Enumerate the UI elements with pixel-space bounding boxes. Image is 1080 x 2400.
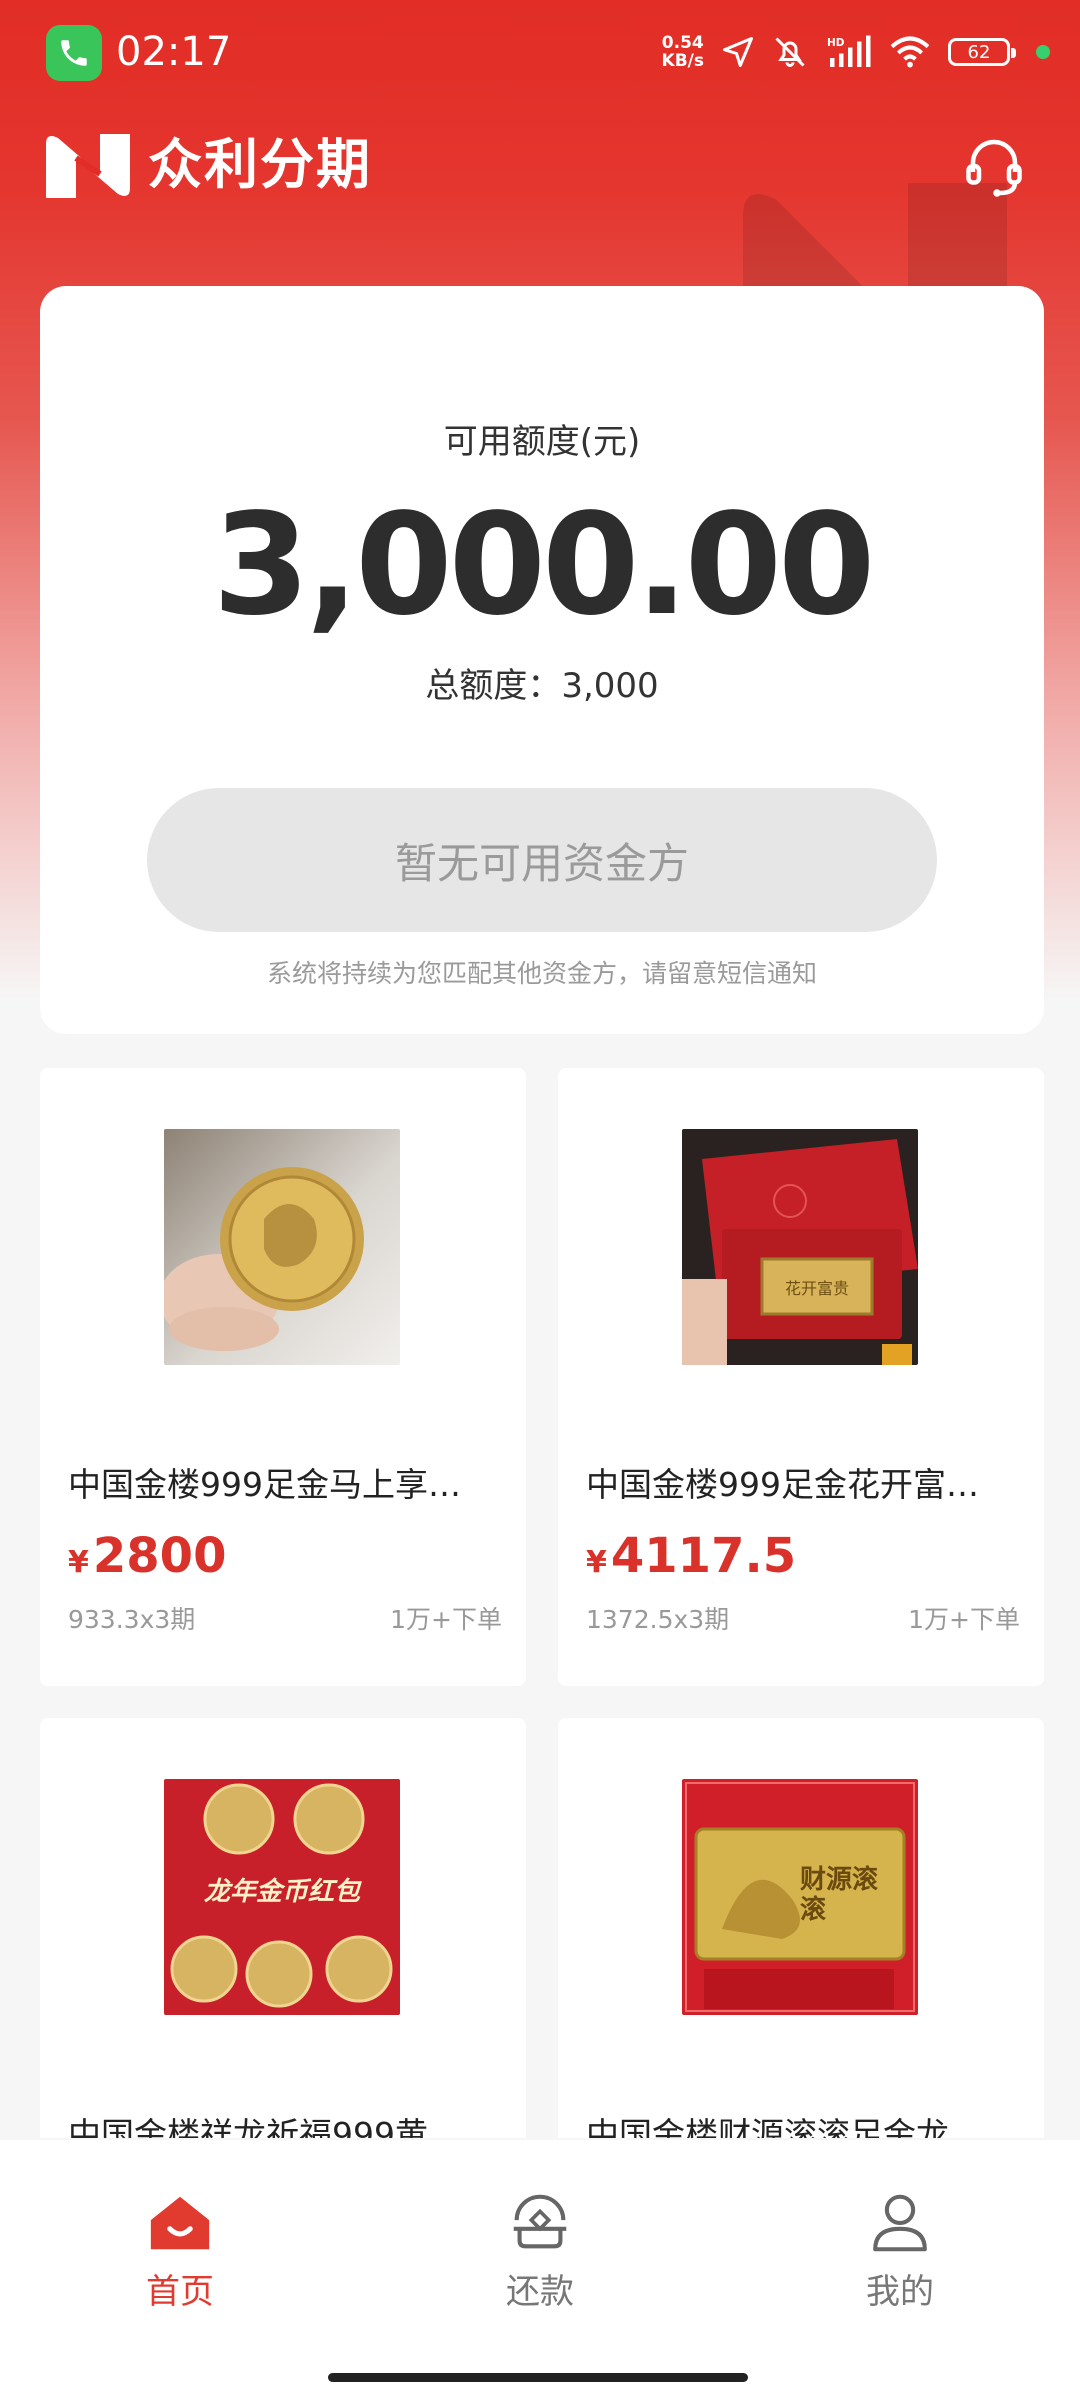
brand-name: 众利分期 (148, 133, 372, 196)
tab-repay[interactable]: 还款 (440, 2188, 640, 2328)
wifi-icon (890, 36, 930, 68)
product-installment: 1372.5x3期 (586, 1605, 730, 1634)
product-price: ¥2800 (68, 1528, 226, 1584)
product-image-coin-set: 龙年金币红包 (164, 1779, 400, 2015)
product-image-gold-coin (164, 1129, 400, 1365)
app-header: 众利分期 (0, 110, 1080, 220)
network-speed-value: 0.54 (661, 33, 704, 53)
product-image-plaque-text: 花开富贵 (784, 1279, 849, 1298)
tab-profile-label: 我的 (866, 2272, 934, 2312)
clock: 02:17 (116, 29, 232, 75)
total-credit: 总额度：3,000 (425, 666, 659, 706)
bottom-tab-bar: 首页 还款 我的 (0, 2140, 1080, 2400)
status-icons: 0.54 KB/s HD 62 (662, 28, 1050, 76)
credit-card: 可用额度(元) 3,000.00 总额度：3,000 暂无可用资金方 系统将持续… (40, 286, 1044, 1034)
no-fund-provider-button[interactable]: 暂无可用资金方 (147, 788, 937, 932)
product-card[interactable]: 龙年金币红包 中国金楼祥龙祈福999黄… (40, 1718, 526, 2138)
nl-logo-icon (46, 134, 130, 198)
hd-signal-icon: HD (827, 35, 871, 67)
available-credit-amount: 3,000.00 (212, 484, 876, 647)
product-image-plaque-text: 财源滚滚 (800, 1865, 879, 1925)
battery-level: 62 (967, 41, 991, 63)
bell-muted-icon (775, 37, 805, 67)
product-card[interactable]: 中国金楼999足金马上享… ¥2800 933.3x3期 1万+下单 (40, 1068, 526, 1686)
currency-symbol: ¥ (68, 1545, 89, 1580)
privacy-indicator-dot (1036, 45, 1050, 59)
product-name: 中国金楼999足金马上享… (68, 1465, 461, 1504)
product-image-gold-bar-box: 花开富贵 (682, 1129, 918, 1365)
headset-icon[interactable] (958, 130, 1030, 202)
product-card[interactable]: 花开富贵 中国金楼999足金花开富… ¥4117.5 1372.5x3期 1万+… (558, 1068, 1044, 1686)
product-image-gold-plaque: 财源滚滚 (682, 1779, 918, 2015)
tab-home-label: 首页 (146, 2272, 214, 2312)
product-name: 中国金楼财源滚滚足金龙… (586, 2115, 982, 2138)
status-bar: 02:17 0.54 KB/s HD 62 (0, 0, 1080, 105)
tab-profile[interactable]: 我的 (800, 2188, 1000, 2328)
battery-icon: 62 (948, 38, 1016, 66)
tab-repay-label: 还款 (506, 2272, 574, 2312)
svg-text:HD: HD (827, 37, 845, 49)
product-card[interactable]: 财源滚滚 中国金楼财源滚滚足金龙… (558, 1718, 1044, 2138)
home-indicator[interactable] (328, 2373, 748, 2382)
product-price: ¥4117.5 (586, 1528, 796, 1584)
product-price-value: 2800 (92, 1528, 227, 1584)
product-name: 中国金楼祥龙祈福999黄… (68, 2115, 461, 2138)
product-name: 中国金楼999足金花开富… (586, 1465, 979, 1504)
network-speed: 0.54 KB/s (662, 34, 704, 70)
profile-icon (873, 2194, 927, 2252)
product-orders: 1万+下单 (908, 1605, 1020, 1634)
phone-call-icon[interactable] (46, 25, 102, 81)
tab-home[interactable]: 首页 (80, 2188, 280, 2328)
repay-icon (513, 2194, 567, 2249)
network-speed-unit: KB/s (661, 51, 704, 71)
product-orders: 1万+下单 (390, 1605, 502, 1634)
available-credit-label: 可用额度(元) (443, 422, 641, 462)
product-price-value: 4117.5 (610, 1528, 797, 1584)
location-arrow-icon (723, 37, 753, 67)
product-grid: 中国金楼999足金马上享… ¥2800 933.3x3期 1万+下单 花开富贵 … (40, 1068, 1044, 2138)
product-installment: 933.3x3期 (68, 1605, 196, 1634)
product-image-banner-text: 龙年金币红包 (203, 1877, 360, 1907)
home-icon (150, 2196, 210, 2250)
currency-symbol: ¥ (586, 1545, 607, 1580)
fund-matching-notice: 系统将持续为您匹配其他资金方，请留意短信通知 (266, 959, 817, 988)
